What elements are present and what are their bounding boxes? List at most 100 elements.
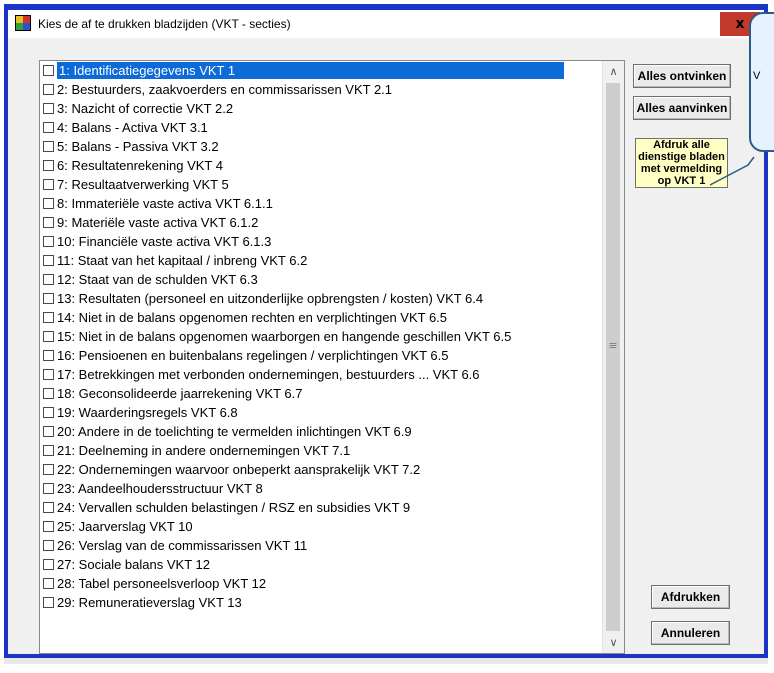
- section-checkbox[interactable]: [43, 426, 54, 437]
- list-item[interactable]: 29: Remuneratieverslag VKT 13: [40, 593, 602, 612]
- list-item[interactable]: 22: Ondernemingen waarvoor onbeperkt aan…: [40, 460, 602, 479]
- list-item[interactable]: 2: Bestuurders, zaakvoerders en commissa…: [40, 80, 602, 99]
- section-checkbox[interactable]: [43, 217, 54, 228]
- list-item[interactable]: 21: Deelneming in andere ondernemingen V…: [40, 441, 602, 460]
- section-checkbox[interactable]: [43, 160, 54, 171]
- list-item[interactable]: 12: Staat van de schulden VKT 6.3: [40, 270, 602, 289]
- section-checkbox[interactable]: [43, 521, 54, 532]
- section-checkbox[interactable]: [43, 255, 54, 266]
- section-checkbox[interactable]: [43, 274, 54, 285]
- list-item[interactable]: 8: Immateriële vaste activa VKT 6.1.1: [40, 194, 602, 213]
- list-item[interactable]: 24: Vervallen schulden belastingen / RSZ…: [40, 498, 602, 517]
- print-sections-dialog: Kies de af te drukken bladzijden (VKT - …: [4, 4, 768, 658]
- list-item[interactable]: 16: Pensioenen en buitenbalans regelinge…: [40, 346, 602, 365]
- list-item[interactable]: 5: Balans - Passiva VKT 3.2: [40, 137, 602, 156]
- section-checkbox[interactable]: [43, 464, 54, 475]
- list-item[interactable]: 15: Niet in de balans opgenomen waarborg…: [40, 327, 602, 346]
- list-item[interactable]: 7: Resultaatverwerking VKT 5: [40, 175, 602, 194]
- list-item[interactable]: 19: Waarderingsregels VKT 6.8: [40, 403, 602, 422]
- section-checkbox[interactable]: [43, 350, 54, 361]
- check-all-button[interactable]: Alles aanvinken: [633, 96, 731, 120]
- list-item[interactable]: 14: Niet in de balans opgenomen rechten …: [40, 308, 602, 327]
- section-checkbox[interactable]: [43, 483, 54, 494]
- list-item-label: 21: Deelneming in andere ondernemingen V…: [57, 443, 351, 458]
- list-item-label: 18: Geconsolideerde jaarrekening VKT 6.7: [57, 386, 303, 401]
- list-item-label: 6: Resultatenrekening VKT 4: [57, 158, 223, 173]
- section-checkbox[interactable]: [43, 445, 54, 456]
- list-item[interactable]: 25: Jaarverslag VKT 10: [40, 517, 602, 536]
- list-item[interactable]: 28: Tabel personeelsverloop VKT 12: [40, 574, 602, 593]
- section-checkbox[interactable]: [43, 388, 54, 399]
- section-checkbox[interactable]: [43, 312, 54, 323]
- uncheck-all-button[interactable]: Alles ontvinken: [633, 64, 731, 88]
- list-item-label: 10: Financiële vaste activa VKT 6.1.3: [57, 234, 272, 249]
- section-checkbox[interactable]: [43, 597, 54, 608]
- section-checkbox[interactable]: [43, 540, 54, 551]
- cancel-button[interactable]: Annuleren: [651, 621, 730, 645]
- section-checkbox[interactable]: [43, 331, 54, 342]
- list-item[interactable]: 9: Materiële vaste activa VKT 6.1.2: [40, 213, 602, 232]
- list-item[interactable]: 20: Andere in de toelichting te vermelde…: [40, 422, 602, 441]
- list-item[interactable]: 26: Verslag van de commissarissen VKT 11: [40, 536, 602, 555]
- help-tooltip: [749, 12, 774, 152]
- list-item-label: 1: Identificatiegegevens VKT 1: [57, 62, 564, 79]
- dialog-body: 1: Identificatiegegevens VKT 1 2: Bestuur…: [8, 38, 764, 654]
- list-item-label: 14: Niet in de balans opgenomen rechten …: [57, 310, 448, 325]
- app-icon: [15, 15, 31, 31]
- list-item-label: 20: Andere in de toelichting te vermelde…: [57, 424, 412, 439]
- list-item-label: 26: Verslag van de commissarissen VKT 11: [57, 538, 308, 553]
- list-item-label: 28: Tabel personeelsverloop VKT 12: [57, 576, 267, 591]
- list-item-label: 29: Remuneratieverslag VKT 13: [57, 595, 242, 610]
- vertical-scrollbar[interactable]: ∧ ≡ ∨: [602, 61, 624, 653]
- list-item-label: 9: Materiële vaste activa VKT 6.1.2: [57, 215, 259, 230]
- list-item[interactable]: 10: Financiële vaste activa VKT 6.1.3: [40, 232, 602, 251]
- scrollbar-thumb[interactable]: ≡: [606, 83, 620, 631]
- window-title: Kies de af te drukken bladzijden (VKT - …: [38, 17, 291, 31]
- list-item-label: 5: Balans - Passiva VKT 3.2: [57, 139, 219, 154]
- print-button[interactable]: Afdrukken: [651, 585, 730, 609]
- chevron-up-icon[interactable]: ∧: [605, 63, 622, 80]
- section-checkbox[interactable]: [43, 103, 54, 114]
- list-item[interactable]: 4: Balans - Activa VKT 3.1: [40, 118, 602, 137]
- sections-list-items: 1: Identificatiegegevens VKT 1 2: Bestuur…: [40, 61, 602, 653]
- section-checkbox[interactable]: [43, 407, 54, 418]
- section-checkbox[interactable]: [43, 122, 54, 133]
- list-item[interactable]: 13: Resultaten (personeel en uitzonderli…: [40, 289, 602, 308]
- section-checkbox[interactable]: [43, 65, 54, 76]
- list-item-label: 11: Staat van het kapitaal / inbreng VKT…: [57, 253, 308, 268]
- list-item-label: 22: Ondernemingen waarvoor onbeperkt aan…: [57, 462, 421, 477]
- list-item-label: 25: Jaarverslag VKT 10: [57, 519, 193, 534]
- list-item[interactable]: 11: Staat van het kapitaal / inbreng VKT…: [40, 251, 602, 270]
- list-item[interactable]: 1: Identificatiegegevens VKT 1: [40, 61, 602, 80]
- list-item-label: 27: Sociale balans VKT 12: [57, 557, 210, 572]
- list-item-label: 3: Nazicht of correctie VKT 2.2: [57, 101, 234, 116]
- section-checkbox[interactable]: [43, 369, 54, 380]
- list-item-label: 15: Niet in de balans opgenomen waarborg…: [57, 329, 512, 344]
- section-checkbox[interactable]: [43, 236, 54, 247]
- section-checkbox[interactable]: [43, 198, 54, 209]
- list-item-label: 12: Staat van de schulden VKT 6.3: [57, 272, 258, 287]
- list-item[interactable]: 6: Resultatenrekening VKT 4: [40, 156, 602, 175]
- sections-list[interactable]: 1: Identificatiegegevens VKT 1 2: Bestuur…: [39, 60, 625, 654]
- grip-icon: ≡: [608, 339, 618, 352]
- list-item[interactable]: 27: Sociale balans VKT 12: [40, 555, 602, 574]
- list-item-label: 24: Vervallen schulden belastingen / RSZ…: [57, 500, 411, 515]
- section-checkbox[interactable]: [43, 578, 54, 589]
- list-item[interactable]: 17: Betrekkingen met verbonden ondernemi…: [40, 365, 602, 384]
- section-checkbox[interactable]: [43, 502, 54, 513]
- chevron-down-icon[interactable]: ∨: [605, 634, 622, 651]
- list-item[interactable]: 23: Aandeelhoudersstructuur VKT 8: [40, 479, 602, 498]
- section-checkbox[interactable]: [43, 559, 54, 570]
- section-checkbox[interactable]: [43, 84, 54, 95]
- section-checkbox[interactable]: [43, 179, 54, 190]
- tooltip-pointer-icon: [709, 156, 755, 186]
- section-checkbox[interactable]: [43, 293, 54, 304]
- section-checkbox[interactable]: [43, 141, 54, 152]
- list-item-label: 23: Aandeelhoudersstructuur VKT 8: [57, 481, 263, 496]
- tooltip-text: V: [753, 70, 761, 82]
- title-bar[interactable]: Kies de af te drukken bladzijden (VKT - …: [8, 10, 764, 38]
- list-item-label: 7: Resultaatverwerking VKT 5: [57, 177, 229, 192]
- list-item[interactable]: 18: Geconsolideerde jaarrekening VKT 6.7: [40, 384, 602, 403]
- list-item[interactable]: 3: Nazicht of correctie VKT 2.2: [40, 99, 602, 118]
- list-item-label: 19: Waarderingsregels VKT 6.8: [57, 405, 238, 420]
